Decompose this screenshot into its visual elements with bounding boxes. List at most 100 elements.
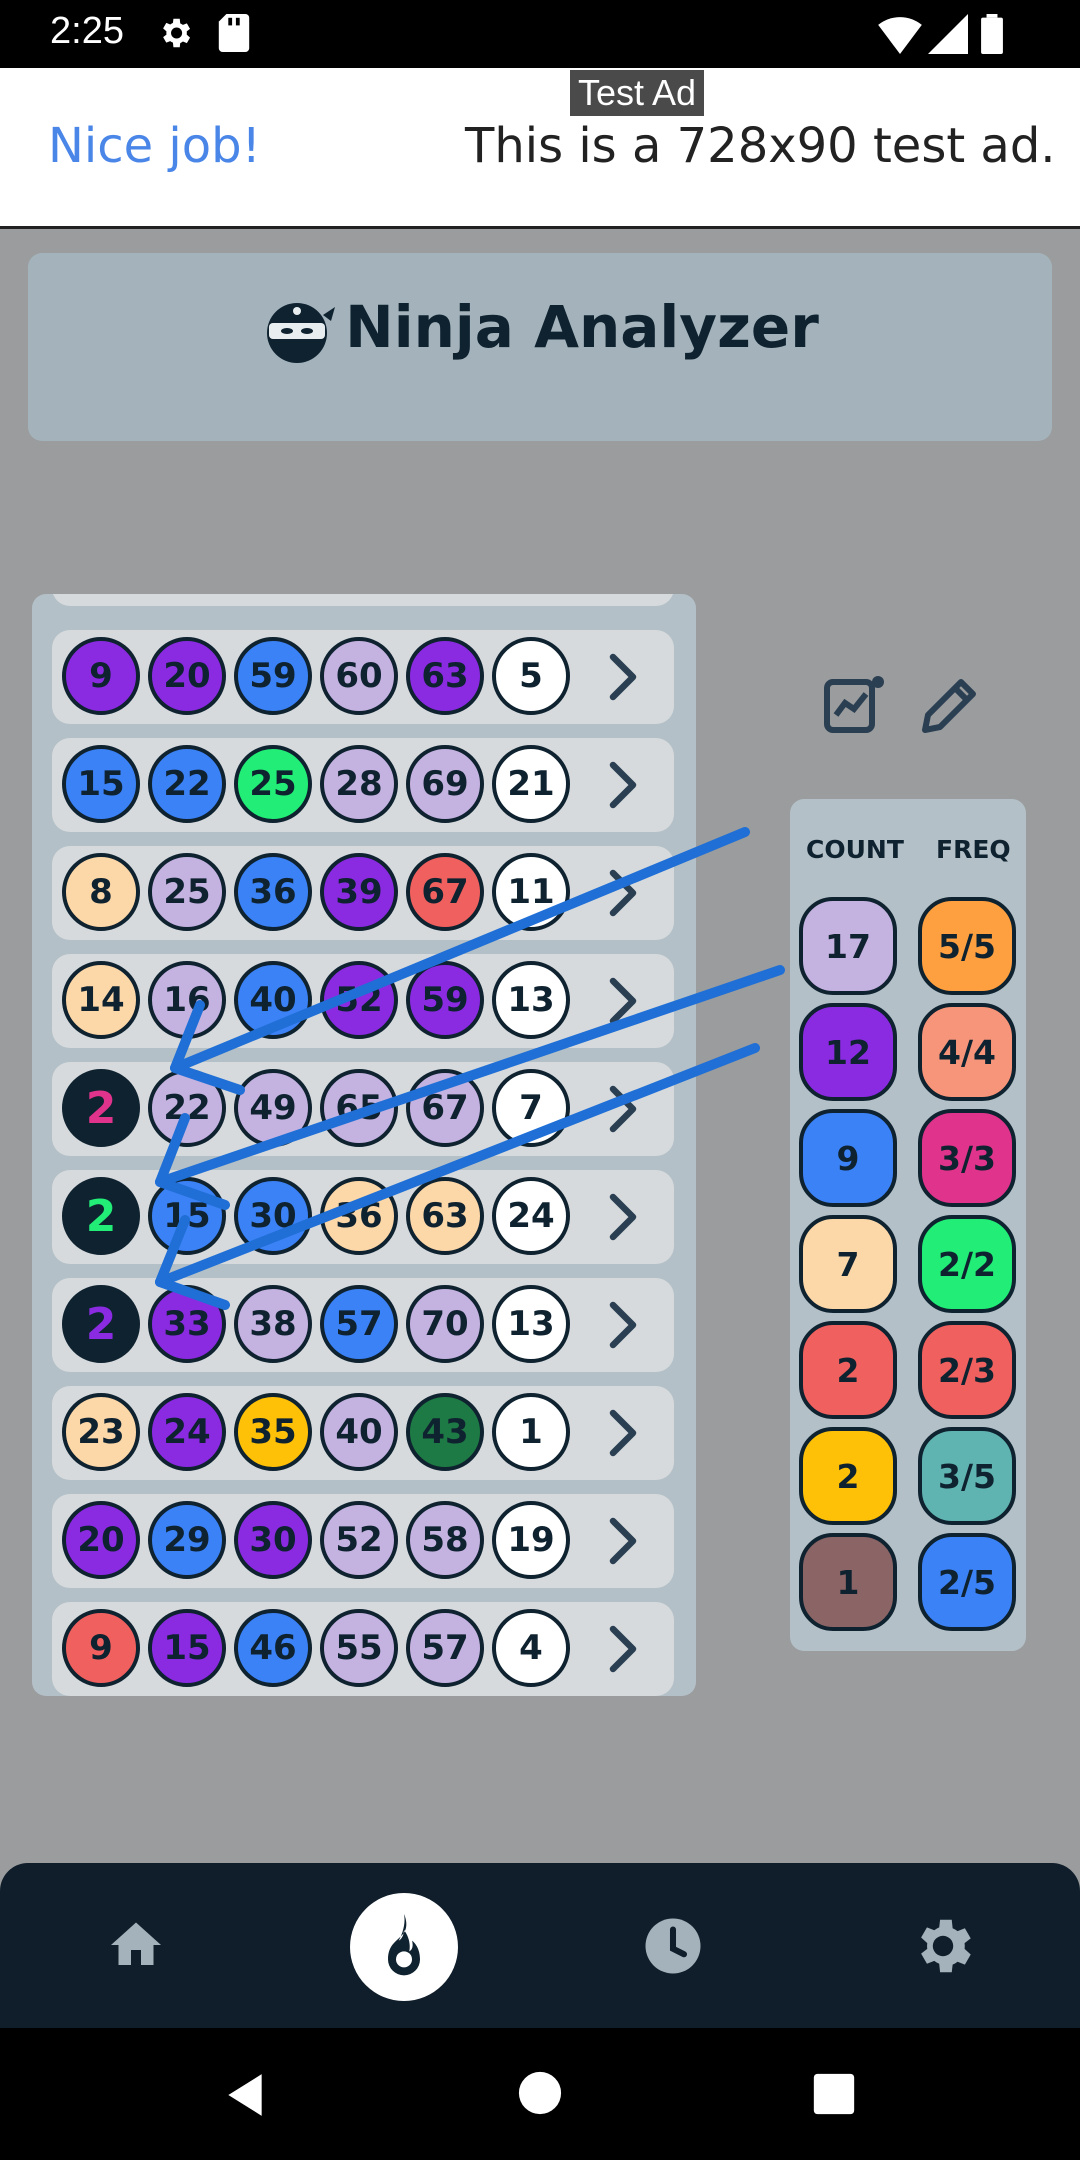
number-ball: 36: [320, 1177, 398, 1255]
list-item[interactable]: 2 22 49 65 67 7: [52, 1062, 674, 1156]
ninja-logo-icon: [267, 302, 336, 363]
chevron-right-icon[interactable]: [608, 652, 638, 702]
number-ball: 15: [62, 745, 140, 823]
gear-icon: [163, 18, 191, 48]
bonus-ball: 24: [492, 1177, 570, 1255]
fire-tab-button[interactable]: [350, 1893, 458, 2001]
number-ball: 69: [406, 745, 484, 823]
freq-header: FREQ: [936, 835, 1011, 864]
number-ball: 30: [234, 1177, 312, 1255]
number-ball: 8: [62, 853, 140, 931]
chevron-right-icon[interactable]: [608, 1624, 638, 1674]
fire-icon: [388, 1914, 420, 1976]
list-item[interactable]: 9 20 59 60 63 5: [52, 630, 674, 724]
draws-list[interactable]: 9 20 59 60 63 5 15 22 25 28 69 21 8 25 36 39 67 11 14 16 40 5…: [32, 594, 696, 1696]
number-ball: 15: [148, 1609, 226, 1687]
ad-headline[interactable]: Nice job!: [48, 118, 261, 174]
list-item[interactable]: 2 15 30 36 63 24: [52, 1170, 674, 1264]
number-ball: 46: [234, 1609, 312, 1687]
test-ad-banner[interactable]: Test Ad Nice job! This is a 728x90 test …: [0, 68, 1080, 229]
number-ball: 40: [320, 1393, 398, 1471]
number-ball: 59: [406, 961, 484, 1039]
bonus-ball: 7: [492, 1069, 570, 1147]
chevron-right-icon[interactable]: [608, 1516, 638, 1566]
chevron-right-icon[interactable]: [608, 1192, 638, 1242]
battery-icon: [981, 14, 1003, 54]
freq-pill: 2/2: [918, 1215, 1016, 1313]
count-pill: 9: [799, 1109, 897, 1207]
list-item[interactable]: 8 25 36 39 67 11: [52, 846, 674, 940]
number-ball: 39: [320, 853, 398, 931]
number-ball: 57: [406, 1609, 484, 1687]
number-ball: 70: [406, 1285, 484, 1363]
chevron-right-icon[interactable]: [608, 868, 638, 918]
number-ball: 55: [320, 1609, 398, 1687]
number-ball: 63: [406, 1177, 484, 1255]
bonus-ball: 11: [492, 853, 570, 931]
number-ball: 29: [148, 1501, 226, 1579]
number-ball: 65: [320, 1069, 398, 1147]
page-title-wrap: Ninja Analyzer: [28, 293, 1052, 365]
list-item[interactable]: 15 22 25 28 69 21: [52, 738, 674, 832]
recents-icon[interactable]: [812, 2072, 856, 2116]
history-icon[interactable]: [640, 1913, 706, 1979]
number-ball: 23: [62, 1393, 140, 1471]
bonus-ball: 1: [492, 1393, 570, 1471]
home-button-icon[interactable]: [517, 2070, 563, 2116]
pencil-icon[interactable]: [913, 670, 985, 742]
number-ball: 14: [62, 961, 140, 1039]
number-ball: 9: [62, 1609, 140, 1687]
number-ball: 25: [234, 745, 312, 823]
count-pill: 7: [799, 1215, 897, 1313]
list-item[interactable]: 23 24 35 40 43 1: [52, 1386, 674, 1480]
count-pill: 12: [799, 1003, 897, 1101]
number-ball: 67: [406, 853, 484, 931]
bonus-ball: 19: [492, 1501, 570, 1579]
bottom-nav: [0, 1863, 1080, 2028]
number-ball: 15: [148, 1177, 226, 1255]
number-ball: 30: [234, 1501, 312, 1579]
chevron-right-icon[interactable]: [608, 976, 638, 1026]
chevron-right-icon[interactable]: [608, 760, 638, 810]
ad-tag: Test Ad: [570, 70, 705, 116]
list-item[interactable]: 20 29 30 52 58 19: [52, 1494, 674, 1588]
number-ball: 2: [62, 1285, 140, 1363]
page-title: Ninja Analyzer: [345, 293, 819, 361]
number-ball: 60: [320, 637, 398, 715]
number-ball: 58: [406, 1501, 484, 1579]
number-ball: 59: [234, 637, 312, 715]
number-ball: 25: [148, 853, 226, 931]
title-card: Ninja Analyzer: [28, 253, 1052, 441]
bonus-ball: 13: [492, 1285, 570, 1363]
chevron-right-icon[interactable]: [608, 1300, 638, 1350]
sd-card-icon: [218, 14, 250, 52]
home-icon[interactable]: [106, 1915, 166, 1975]
signal-icon: [928, 14, 968, 54]
status-time: 2:25: [50, 10, 124, 52]
settings-icon[interactable]: [908, 1911, 978, 1981]
chart-icon[interactable]: [818, 670, 890, 742]
bonus-ball: 4: [492, 1609, 570, 1687]
chevron-right-icon[interactable]: [608, 1408, 638, 1458]
count-header: COUNT: [806, 835, 904, 864]
list-item[interactable]: 9 15 46 55 57 4: [52, 1602, 674, 1696]
number-ball: 2: [62, 1069, 140, 1147]
bonus-ball: 21: [492, 745, 570, 823]
freq-pill: 2/3: [918, 1321, 1016, 1419]
count-pill: 1: [799, 1533, 897, 1631]
status-bar: 2:25: [0, 0, 1080, 68]
list-item[interactable]: 14 16 40 52 59 13: [52, 954, 674, 1048]
freq-pill: 3/3: [918, 1109, 1016, 1207]
list-item[interactable]: 2 33 38 57 70 13: [52, 1278, 674, 1372]
wifi-icon: [878, 17, 922, 54]
number-ball: 20: [148, 637, 226, 715]
chevron-right-icon[interactable]: [608, 1084, 638, 1134]
count-pill: 2: [799, 1321, 897, 1419]
number-ball: 43: [406, 1393, 484, 1471]
back-icon[interactable]: [220, 2070, 270, 2120]
number-ball: 24: [148, 1393, 226, 1471]
number-ball: 9: [62, 637, 140, 715]
count-pill: 2: [799, 1427, 897, 1525]
ad-message[interactable]: This is a 728x90 test ad.: [465, 118, 1056, 174]
number-ball: 63: [406, 637, 484, 715]
